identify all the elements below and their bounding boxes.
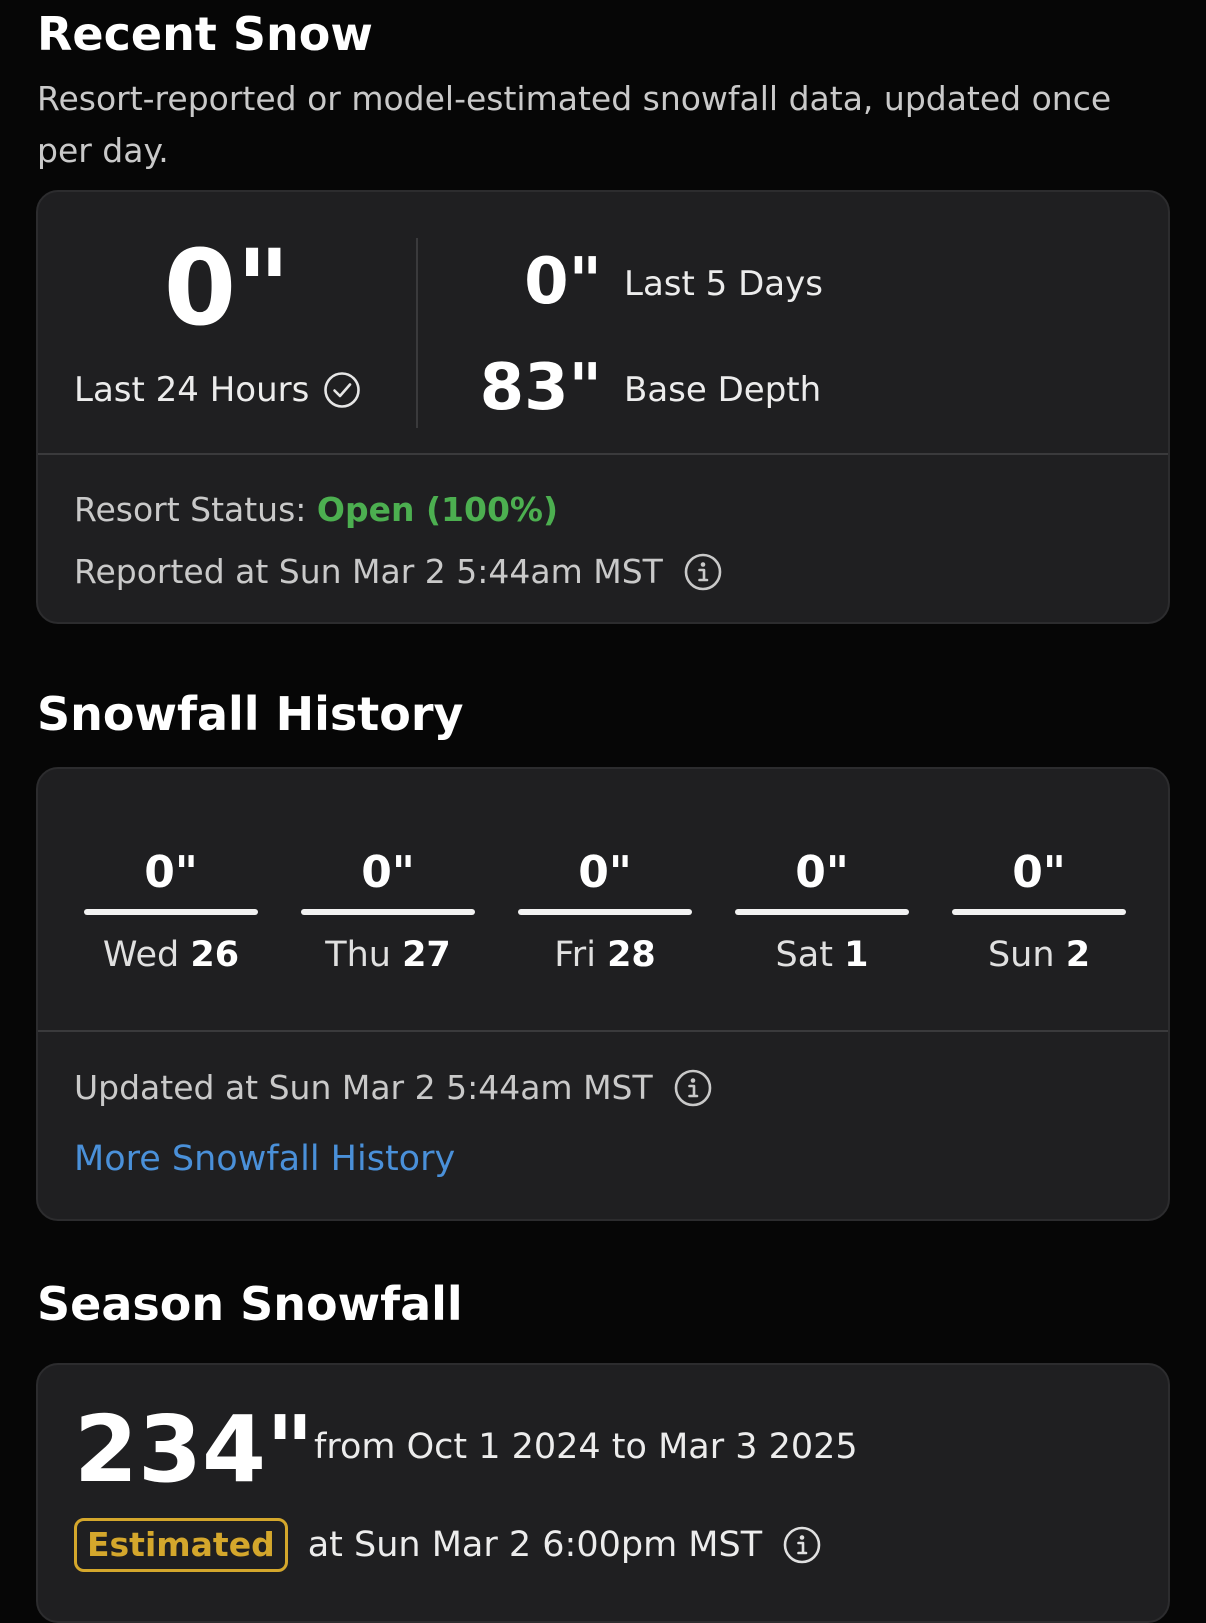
season-snowfall-title: Season Snowfall [37, 1277, 463, 1331]
day-snowfall-bar [84, 909, 258, 915]
resort-status-label: Resort Status: [74, 490, 307, 529]
day-column: 0" Sun 2 [952, 847, 1126, 977]
info-icon[interactable] [683, 552, 723, 592]
day-label: Sun 2 [987, 935, 1091, 975]
resort-status-value: Open (100%) [316, 490, 559, 529]
last-5-days-label: Last 5 Days [624, 264, 823, 304]
reported-row: Reported at Sun Mar 2 5:44am MST [74, 550, 723, 594]
card-divider [38, 453, 1168, 455]
estimated-timestamp: at Sun Mar 2 6:00pm MST [307, 1525, 763, 1565]
day-snowfall-value: 0" [361, 847, 415, 898]
updated-timestamp: Updated at Sun Mar 2 5:44am MST [74, 1068, 653, 1107]
updated-row: Updated at Sun Mar 2 5:44am MST [74, 1066, 713, 1110]
last-24-hours-label: Last 24 Hours [74, 370, 310, 410]
recent-snow-subtitle: Resort-reported or model-estimated snowf… [37, 79, 1112, 170]
season-total-value: 234" [74, 1396, 314, 1503]
day-label: Wed 26 [102, 935, 240, 975]
day-snowfall-bar [301, 909, 475, 915]
estimated-row: Estimated at Sun Mar 2 6:00pm MST [74, 1515, 822, 1575]
day-column: 0" Fri 28 [518, 847, 692, 977]
stats-divider [416, 238, 418, 428]
day-snowfall-value: 0" [1012, 847, 1066, 898]
snowfall-history-title: Snowfall History [37, 687, 464, 741]
last-24-hours-row: Last 24 Hours [74, 368, 361, 412]
base-depth-label: Base Depth [624, 370, 822, 410]
day-label: Thu 27 [325, 935, 451, 975]
last-24-hours-value: 0" [163, 227, 291, 349]
day-column: 0" Sat 1 [735, 847, 909, 977]
check-circle-icon[interactable] [323, 371, 361, 409]
info-icon[interactable] [782, 1525, 822, 1565]
day-column: 0" Thu 27 [301, 847, 475, 977]
day-snowfall-value: 0" [795, 847, 849, 898]
recent-snow-title: Recent Snow [37, 7, 373, 61]
day-snowfall-bar [518, 909, 692, 915]
day-snowfall-bar [952, 909, 1126, 915]
card-divider [38, 1030, 1168, 1032]
estimated-badge: Estimated [74, 1518, 288, 1572]
day-column: 0" Wed 26 [84, 847, 258, 977]
resort-status-row: Resort Status: Open (100%) [74, 490, 558, 530]
day-snowfall-value: 0" [578, 847, 632, 898]
day-label: Sat 1 [775, 935, 869, 975]
day-snowfall-bar [735, 909, 909, 915]
snowfall-history-card: 0" Wed 26 0" Thu 27 0" Fri 28 0" Sat 1 0… [36, 767, 1170, 1221]
more-snowfall-history-link[interactable]: More Snowfall History [74, 1137, 455, 1181]
recent-snow-card: 0" Last 24 Hours 0" Last 5 Days 83" Base… [36, 190, 1170, 624]
info-icon[interactable] [673, 1068, 713, 1108]
season-snowfall-card: 234" from Oct 1 2024 to Mar 3 2025 Estim… [36, 1363, 1170, 1623]
reported-timestamp: Reported at Sun Mar 2 5:44am MST [74, 552, 663, 591]
day-snowfall-value: 0" [144, 847, 198, 898]
day-label: Fri 28 [554, 935, 656, 975]
season-date-range: from Oct 1 2024 to Mar 3 2025 [314, 1427, 858, 1467]
last-5-days-value: 0" [524, 245, 602, 319]
base-depth-value: 83" [479, 351, 602, 425]
